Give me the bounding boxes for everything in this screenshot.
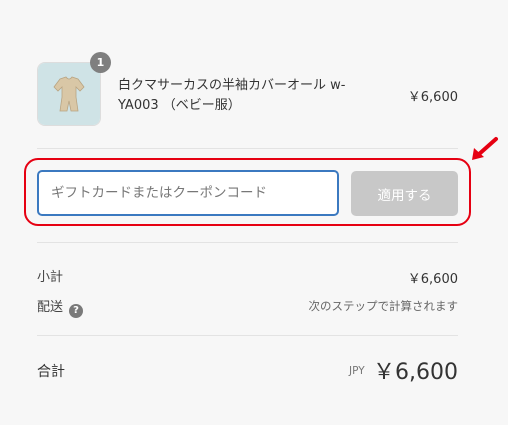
shipping-label-row: 配送? — [37, 296, 84, 318]
product-price: ￥6,600 — [407, 90, 458, 105]
product-name: 白クマサーカスの半袖カバーオール w-YA003 （ベビー服） — [118, 78, 346, 113]
quantity-badge: 1 — [90, 52, 111, 73]
divider — [37, 335, 458, 336]
total-value: ￥6,600 — [373, 360, 458, 385]
subtotal-label: 小計 — [37, 270, 64, 285]
help-icon[interactable]: ? — [69, 303, 84, 318]
subtotal-value: ￥6,600 — [407, 272, 458, 287]
divider — [37, 148, 458, 149]
total-label: 合計 — [37, 364, 65, 380]
product-thumbnail-wrapper: 1 — [37, 52, 111, 126]
apply-discount-button[interactable]: 適用する — [351, 171, 458, 216]
red-arrow-icon — [472, 137, 498, 160]
shipping-note: 次のステップで計算されます — [308, 299, 459, 313]
product-image — [37, 62, 101, 126]
currency-code: JPY — [349, 365, 365, 377]
shipping-label: 配送 — [37, 300, 64, 315]
discount-code-input[interactable] — [37, 170, 339, 216]
divider — [37, 242, 458, 243]
